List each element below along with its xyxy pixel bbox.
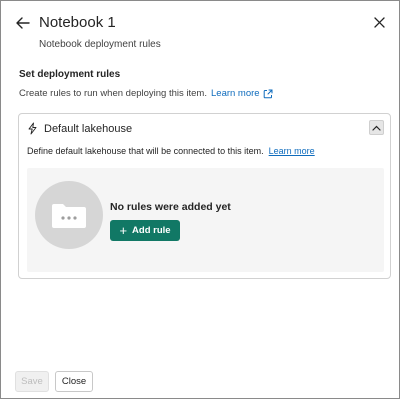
save-button[interactable]: Save bbox=[15, 371, 49, 392]
panel-title: Notebook 1 bbox=[39, 14, 116, 31]
card-title: Default lakehouse bbox=[44, 122, 133, 135]
add-rule-button[interactable]: + Add rule bbox=[110, 220, 180, 241]
lightning-icon bbox=[28, 122, 37, 135]
section-description: Create rules to run when deploying this … bbox=[19, 88, 273, 99]
collapse-button[interactable] bbox=[369, 120, 384, 135]
open-external-icon[interactable] bbox=[263, 89, 273, 99]
plus-icon: + bbox=[119, 223, 128, 238]
chevron-up-icon bbox=[372, 125, 381, 131]
learn-more-link[interactable]: Learn more bbox=[211, 88, 260, 99]
panel-subtitle: Notebook deployment rules bbox=[39, 39, 161, 50]
card-learn-more-link[interactable]: Learn more bbox=[269, 146, 315, 156]
add-rule-label: Add rule bbox=[132, 225, 171, 236]
panel-header: Notebook 1 Notebook deployment rules bbox=[1, 1, 399, 59]
empty-state-illustration bbox=[35, 181, 103, 249]
section-title: Set deployment rules bbox=[19, 69, 121, 80]
back-button[interactable] bbox=[13, 13, 33, 33]
card-header: Default lakehouse bbox=[27, 122, 132, 135]
arrow-left-icon bbox=[16, 17, 30, 29]
close-panel-button[interactable] bbox=[371, 14, 387, 30]
section-description-text: Create rules to run when deploying this … bbox=[19, 88, 207, 99]
deployment-rules-panel: Notebook 1 Notebook deployment rules Set… bbox=[0, 0, 400, 399]
empty-state: No rules were added yet + Add rule bbox=[27, 168, 384, 272]
card-description-text: Define default lakehouse that will be co… bbox=[27, 146, 264, 156]
card-description: Define default lakehouse that will be co… bbox=[27, 146, 315, 156]
close-button[interactable]: Close bbox=[55, 371, 93, 392]
default-lakehouse-card: Default lakehouse Define default lakehou… bbox=[18, 113, 391, 279]
close-icon bbox=[373, 16, 385, 28]
empty-state-title: No rules were added yet bbox=[110, 201, 231, 213]
folder-icon bbox=[52, 204, 86, 228]
